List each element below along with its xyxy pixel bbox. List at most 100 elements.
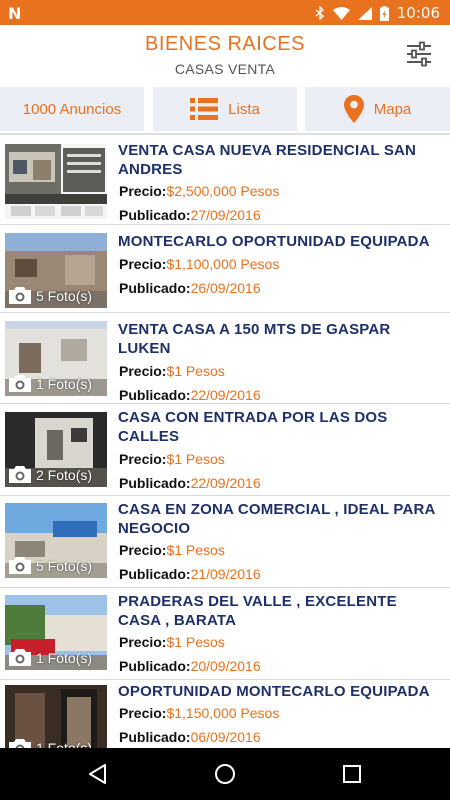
photo-count: 1 Foto(s)	[9, 649, 92, 666]
listing-date: Publicado:22/09/2016	[119, 475, 261, 491]
published-value: 27/09/2016	[190, 207, 261, 223]
photo-count-label: 1 Foto(s)	[36, 739, 93, 749]
listing-title: CASA EN ZONA COMERCIAL , IDEAL PARA NEGO…	[118, 501, 436, 537]
listing-thumbnail: 1 Foto(s)	[5, 685, 107, 748]
listing-date: Publicado:22/09/2016	[119, 387, 261, 403]
price-value: $1 Pesos	[166, 542, 225, 558]
published-value: 26/09/2016	[190, 280, 261, 296]
published-label: Publicado:	[119, 280, 191, 296]
battery-charging-icon	[379, 5, 389, 21]
view-tabs: 1000 Anuncios Lista Mapa	[0, 85, 450, 133]
list-item[interactable]: 1 Foto(s) VENTA CASA A 150 MTS DE GASPAR…	[0, 313, 450, 404]
price-label: Precio:	[119, 634, 167, 650]
price-value: $1 Pesos	[166, 363, 225, 379]
listing-price: Precio:$1 Pesos	[119, 363, 225, 379]
listing-thumbnail: 1 Foto(s)	[5, 321, 107, 396]
app-header: BIENES RAICES CASAS VENTA	[0, 25, 450, 85]
listing-date: Publicado:06/09/2016	[119, 729, 261, 745]
camera-icon	[9, 557, 31, 574]
list-icon	[190, 98, 219, 120]
photo-count: 5 Foto(s)	[9, 287, 92, 304]
wifi-icon	[332, 6, 350, 20]
camera-icon	[9, 287, 31, 304]
photo-count: 1 Foto(s)	[9, 375, 92, 392]
published-label: Publicado:	[119, 387, 191, 403]
photo-count: 5 Foto(s)	[9, 557, 92, 574]
listing-price: Precio:$1,150,000 Pesos	[119, 705, 279, 721]
tab-list-label: Lista	[228, 100, 260, 118]
photo-count: 1 Foto(s)	[9, 739, 92, 748]
published-value: 06/09/2016	[190, 729, 261, 745]
published-value: 22/09/2016	[190, 387, 261, 403]
listing-title: VENTA CASA NUEVA RESIDENCIAL SAN ANDRES	[118, 142, 417, 178]
listing-price: Precio:$2,500,000 Pesos	[119, 183, 279, 199]
listing-thumbnail	[5, 144, 107, 219]
list-item[interactable]: 1 Foto(s) PRADERAS DEL VALLE , EXCELENTE…	[0, 588, 450, 680]
price-label: Precio:	[119, 256, 167, 272]
photo-count-label: 2 Foto(s)	[36, 466, 93, 483]
listing-title: VENTA CASA A 150 MTS DE GASPAR LUKEN	[118, 321, 391, 357]
list-item[interactable]: 1 Foto(s) OPORTUNIDAD MONTECARLO EQUIPAD…	[0, 680, 450, 748]
page-subtitle: CASAS VENTA	[174, 61, 276, 77]
price-label: Precio:	[119, 542, 167, 558]
clock: 10:06	[396, 4, 440, 22]
listing-title: OPORTUNIDAD MONTECARLO EQUIPADA	[118, 683, 430, 700]
listing-date: Publicado:21/09/2016	[119, 566, 261, 582]
published-value: 22/09/2016	[190, 475, 261, 491]
house-photo	[5, 144, 107, 219]
map-pin-icon	[343, 95, 364, 123]
listing-thumbnail: 2 Foto(s)	[5, 412, 107, 487]
tab-count[interactable]: 1000 Anuncios	[0, 87, 144, 131]
price-value: $1,150,000 Pesos	[166, 705, 280, 721]
status-bar: N 10:06	[0, 0, 450, 25]
listing-price: Precio:$1 Pesos	[119, 451, 225, 467]
list-item[interactable]: 5 Foto(s) MONTECARLO OPORTUNIDAD EQUIPAD…	[0, 225, 450, 313]
camera-icon	[9, 739, 31, 748]
listing-title: PRADERAS DEL VALLE , EXCELENTE CASA , BA…	[118, 593, 397, 629]
listings-list: VENTA CASA NUEVA RESIDENCIAL SAN ANDRES …	[0, 133, 450, 748]
listing-title: MONTECARLO OPORTUNIDAD EQUIPADA	[118, 233, 430, 250]
camera-icon	[9, 375, 31, 392]
list-item[interactable]: VENTA CASA NUEVA RESIDENCIAL SAN ANDRES …	[0, 135, 450, 225]
published-label: Publicado:	[119, 566, 191, 582]
published-label: Publicado:	[119, 658, 191, 674]
listing-price: Precio:$1 Pesos	[119, 542, 225, 558]
home-circle-icon[interactable]	[213, 762, 237, 786]
back-triangle-icon[interactable]	[86, 762, 110, 786]
published-value: 21/09/2016	[190, 566, 261, 582]
listing-title: CASA CON ENTRADA POR LAS DOS CALLES	[118, 409, 388, 445]
listing-date: Publicado:20/09/2016	[119, 658, 261, 674]
camera-icon	[9, 649, 31, 666]
photo-count-label: 1 Foto(s)	[36, 375, 93, 392]
sliders-icon[interactable]	[406, 41, 432, 67]
camera-icon	[9, 466, 31, 483]
published-label: Publicado:	[119, 207, 191, 223]
price-value: $1,100,000 Pesos	[166, 256, 280, 272]
photo-count-label: 1 Foto(s)	[36, 649, 93, 666]
price-label: Precio:	[119, 363, 167, 379]
tab-map-label: Mapa	[373, 100, 412, 118]
price-label: Precio:	[119, 183, 167, 199]
bluetooth-icon	[315, 6, 324, 20]
tab-map[interactable]: Mapa	[305, 87, 450, 131]
list-item[interactable]: 5 Foto(s) CASA EN ZONA COMERCIAL , IDEAL…	[0, 496, 450, 588]
tab-list[interactable]: Lista	[153, 87, 297, 131]
listing-date: Publicado:26/09/2016	[119, 280, 261, 296]
price-value: $2,500,000 Pesos	[166, 183, 280, 199]
listing-date: Publicado:27/09/2016	[119, 207, 261, 223]
published-label: Publicado:	[119, 475, 191, 491]
published-label: Publicado:	[119, 729, 191, 745]
price-value: $1 Pesos	[166, 451, 225, 467]
cell-signal-icon	[357, 6, 372, 20]
price-label: Precio:	[119, 451, 167, 467]
price-value: $1 Pesos	[166, 634, 225, 650]
photo-count: 2 Foto(s)	[9, 466, 92, 483]
system-nav-bar	[0, 748, 450, 800]
recents-square-icon[interactable]	[340, 762, 364, 786]
tab-count-label: 1000 Anuncios	[22, 100, 122, 118]
listing-thumbnail: 1 Foto(s)	[5, 595, 107, 670]
price-label: Precio:	[119, 705, 167, 721]
list-item[interactable]: 2 Foto(s) CASA CON ENTRADA POR LAS DOS C…	[0, 404, 450, 496]
listing-thumbnail: 5 Foto(s)	[5, 233, 107, 308]
page-title: BIENES RAICES	[145, 33, 305, 55]
